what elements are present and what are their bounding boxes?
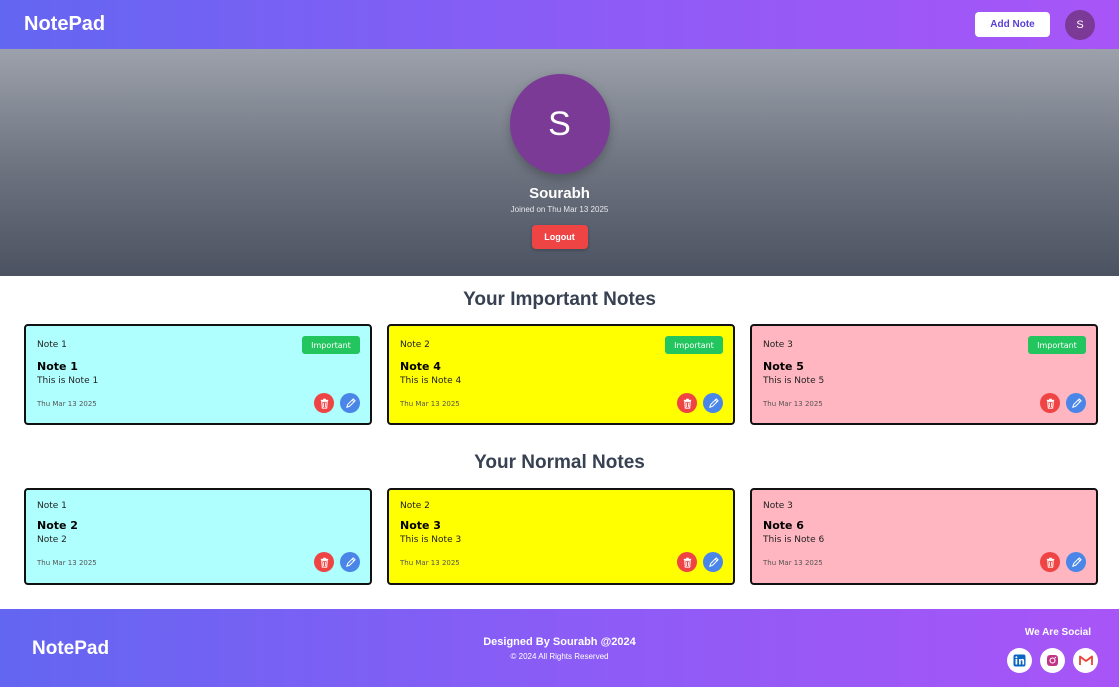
note-date: Thu Mar 13 2025 [37, 400, 97, 408]
edit-button[interactable] [703, 393, 723, 413]
note-date: Thu Mar 13 2025 [763, 400, 823, 408]
note-body: This is Note 6 [763, 535, 825, 545]
instagram-icon [1047, 655, 1058, 666]
trash-icon [320, 557, 328, 568]
note-body: This is Note 1 [37, 376, 99, 386]
note-date: Thu Mar 13 2025 [400, 559, 460, 567]
instagram-link[interactable] [1040, 648, 1065, 673]
profile-avatar: S [509, 74, 610, 174]
trash-icon [320, 398, 328, 409]
add-note-button[interactable]: Add Note [975, 12, 1050, 37]
profile-banner: S Sourabh Joined on Thu Mar 13 2025 Logo… [0, 49, 1119, 276]
note-card[interactable]: Note 1 Note 2 Note 2 Thu Mar 13 2025 [24, 488, 372, 585]
delete-button[interactable] [314, 552, 334, 572]
edit-button[interactable] [703, 552, 723, 572]
note-title: Note 1 [37, 360, 78, 373]
pencil-icon [1071, 397, 1082, 408]
note-card[interactable]: Note 2 Note 3 This is Note 3 Thu Mar 13 … [387, 488, 735, 585]
note-label: Note 3 [763, 340, 793, 350]
normal-notes-heading: Your Normal Notes [474, 452, 645, 473]
social-links [1007, 648, 1098, 673]
footer-copyright: © 2024 All Rights Reserved [510, 652, 609, 661]
important-notes-row: Note 1 Important Note 1 This is Note 1 T… [24, 324, 1098, 425]
social-title: We Are Social [1024, 627, 1091, 638]
note-label: Note 3 [763, 501, 793, 511]
note-title: Note 3 [400, 519, 441, 532]
note-title: Note 6 [763, 519, 804, 532]
edit-button[interactable] [340, 393, 360, 413]
trash-icon [1046, 557, 1054, 568]
note-card[interactable]: Note 2 Important Note 4 This is Note 4 T… [387, 324, 735, 425]
brand-logo[interactable]: NotePad [24, 13, 105, 36]
normal-notes-row: Note 1 Note 2 Note 2 Thu Mar 13 2025 Not… [24, 488, 1098, 585]
note-date: Thu Mar 13 2025 [37, 559, 97, 567]
linkedin-icon [1013, 654, 1026, 667]
trash-icon [1046, 398, 1054, 409]
pencil-icon [708, 556, 719, 567]
important-notes-heading: Your Important Notes [463, 289, 656, 310]
note-card[interactable]: Note 3 Important Note 5 This is Note 5 T… [750, 324, 1098, 425]
note-label: Note 2 [400, 501, 430, 511]
note-label: Note 1 [37, 501, 67, 511]
note-body: This is Note 3 [400, 535, 462, 545]
delete-button[interactable] [1040, 393, 1060, 413]
trash-icon [683, 398, 691, 409]
logout-button[interactable]: Logout [531, 225, 588, 249]
note-label: Note 1 [37, 340, 67, 350]
note-label: Note 2 [400, 340, 430, 350]
gmail-icon [1078, 655, 1093, 665]
delete-button[interactable] [314, 393, 334, 413]
note-title: Note 2 [37, 519, 78, 532]
edit-button[interactable] [1066, 393, 1086, 413]
trash-icon [683, 557, 691, 568]
note-body: This is Note 4 [400, 376, 462, 386]
footer: NotePad Designed By Sourabh @2024 © 2024… [0, 609, 1119, 687]
note-card[interactable]: Note 3 Note 6 This is Note 6 Thu Mar 13 … [750, 488, 1098, 585]
pencil-icon [708, 397, 719, 408]
note-date: Thu Mar 13 2025 [763, 559, 823, 567]
footer-designed-by: Designed By Sourabh @2024 [483, 636, 636, 648]
navbar: NotePad Add Note S [0, 0, 1119, 49]
pencil-icon [345, 397, 356, 408]
footer-credits: Designed By Sourabh @2024 © 2024 All Rig… [0, 636, 1119, 661]
pencil-icon [345, 556, 356, 567]
delete-button[interactable] [1040, 552, 1060, 572]
profile-name: Sourabh [529, 185, 590, 202]
note-title: Note 5 [763, 360, 804, 373]
note-card[interactable]: Note 1 Important Note 1 This is Note 1 T… [24, 324, 372, 425]
edit-button[interactable] [1066, 552, 1086, 572]
user-avatar[interactable]: S [1065, 9, 1095, 40]
important-badge[interactable]: Important [665, 336, 723, 354]
linkedin-link[interactable] [1007, 648, 1032, 673]
pencil-icon [1071, 556, 1082, 567]
note-date: Thu Mar 13 2025 [400, 400, 460, 408]
note-title: Note 4 [400, 360, 441, 373]
profile-joined-date: Joined on Thu Mar 13 2025 [510, 205, 609, 214]
delete-button[interactable] [677, 393, 697, 413]
navbar-actions: Add Note S [975, 9, 1095, 40]
edit-button[interactable] [340, 552, 360, 572]
important-badge[interactable]: Important [302, 336, 360, 354]
delete-button[interactable] [677, 552, 697, 572]
note-body: Note 2 [37, 535, 67, 545]
important-badge[interactable]: Important [1028, 336, 1086, 354]
note-body: This is Note 5 [763, 376, 825, 386]
gmail-link[interactable] [1073, 648, 1098, 673]
